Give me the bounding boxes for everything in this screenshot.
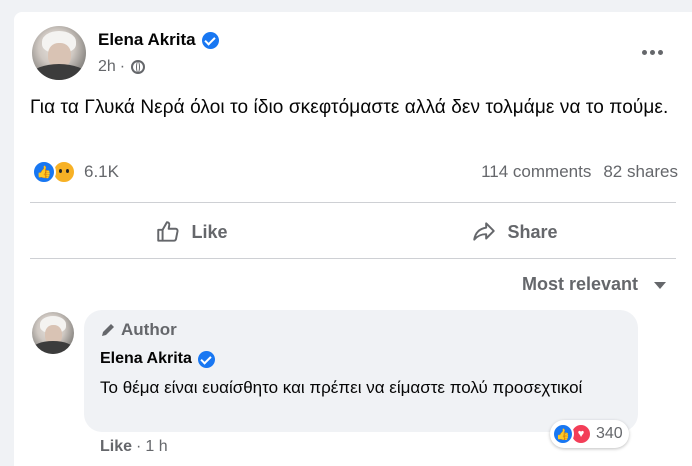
comment-like-button[interactable]: Like bbox=[100, 438, 132, 456]
thumbs-up-icon bbox=[157, 221, 180, 242]
post-text: Για τα Γλυκά Νερά όλοι το ίδιο σκεφτόμασ… bbox=[30, 97, 669, 118]
share-button[interactable]: Share bbox=[353, 212, 676, 252]
comment-author[interactable]: Elena Akrita bbox=[100, 350, 215, 368]
like-button[interactable]: Like bbox=[30, 212, 353, 252]
comment-time[interactable]: 1 h bbox=[145, 438, 167, 456]
sort-label: Most relevant bbox=[522, 274, 639, 294]
author-badge: Author bbox=[100, 320, 177, 340]
meta-separator: · bbox=[119, 58, 126, 75]
divider bbox=[30, 258, 676, 259]
like-button-label: Like bbox=[191, 221, 228, 242]
more-options-icon[interactable] bbox=[636, 42, 668, 62]
comment-author-name[interactable]: Elena Akrita bbox=[100, 350, 192, 368]
comment-reaction-count: 340 bbox=[596, 425, 623, 442]
like-reaction-icon: 👍 bbox=[552, 423, 574, 445]
comment-reactions[interactable]: 👍 ♥ 340 bbox=[550, 420, 629, 448]
post-meta: 2h · bbox=[98, 58, 146, 76]
share-arrow-icon bbox=[473, 222, 496, 241]
post-time[interactable]: 2h bbox=[98, 58, 116, 76]
divider bbox=[30, 202, 676, 203]
comment-bubble: Author Elena Akrita Το θέμα είναι ευαίσθ… bbox=[84, 310, 638, 432]
post-actions: Like Share bbox=[30, 210, 676, 254]
comment-meta-separator: · bbox=[136, 438, 142, 455]
reaction-count[interactable]: 6.1K bbox=[84, 162, 119, 182]
comment-meta: Like · 1 h bbox=[100, 438, 168, 456]
shares-count[interactable]: 82 shares bbox=[603, 162, 678, 182]
author-avatar[interactable] bbox=[32, 26, 86, 80]
pencil-icon bbox=[102, 324, 114, 336]
author-badge-label: Author bbox=[121, 320, 177, 339]
verified-badge-icon bbox=[197, 350, 215, 368]
commenter-avatar[interactable] bbox=[32, 312, 74, 354]
comments-count[interactable]: 114 comments bbox=[481, 162, 591, 182]
share-button-label: Share bbox=[507, 221, 558, 242]
caret-down-icon bbox=[654, 282, 667, 289]
post-author[interactable]: Elena Akrita bbox=[98, 30, 219, 50]
post-card: Elena Akrita 2h · Για τα Γλυκά Νερά όλοι… bbox=[14, 12, 692, 466]
comment-sort-dropdown[interactable]: Most relevant bbox=[522, 274, 667, 295]
post-author-name[interactable]: Elena Akrita bbox=[98, 30, 196, 50]
verified-badge-icon bbox=[201, 31, 219, 49]
comment-text: Το θέμα είναι ευαίσθητο και πρέπει να εί… bbox=[100, 378, 583, 397]
reaction-icons[interactable]: 👍 bbox=[32, 160, 76, 184]
like-reaction-icon: 👍 bbox=[32, 160, 56, 184]
reactions-summary: 👍 6.1K 114 comments 82 shares bbox=[32, 158, 678, 186]
globe-icon bbox=[131, 60, 146, 74]
